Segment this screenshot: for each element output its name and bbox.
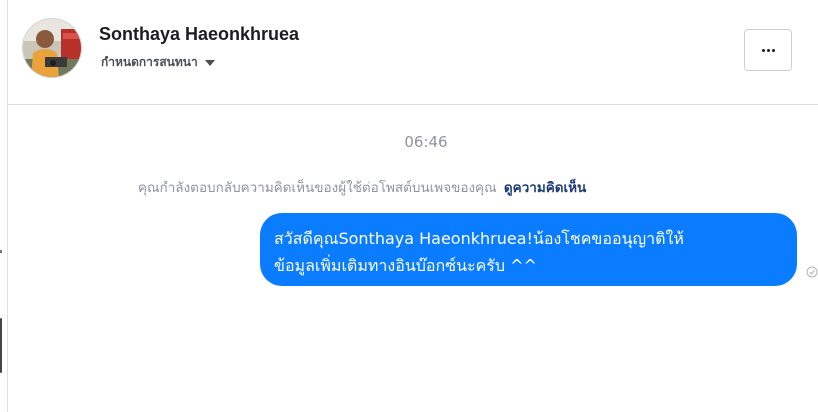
outgoing-message-bubble[interactable]: สวัสดีคุณSonthaya Haeonkhruea!น้องโชคขออ… bbox=[260, 213, 797, 286]
conversation-header: Sonthaya Haeonkhruea กำหนดการสนทนา bbox=[8, 0, 818, 105]
conversation-setting-label: กำหนดการสนทนา bbox=[101, 55, 198, 69]
reply-context-notice: คุณกำลังตอบกลับความคิดเห็นของผู้ใช้ต่อโพ… bbox=[138, 176, 586, 198]
seen-check-icon bbox=[806, 266, 818, 278]
contact-name[interactable]: Sonthaya Haeonkhruea bbox=[99, 24, 299, 45]
caret-down-icon bbox=[204, 60, 215, 66]
left-scrollbar[interactable] bbox=[0, 318, 2, 373]
left-edge-marker bbox=[0, 250, 2, 253]
conversation-setting-dropdown[interactable]: กำหนดการสนทนา bbox=[101, 53, 215, 72]
more-options-button[interactable] bbox=[744, 29, 792, 71]
message-timestamp: 06:46 bbox=[404, 133, 448, 151]
more-dots-icon bbox=[761, 48, 775, 52]
left-panel-edge bbox=[0, 0, 8, 412]
message-line-1: สวัสดีคุณSonthaya Haeonkhruea!น้องโชคขออ… bbox=[274, 229, 684, 248]
reply-context-text: คุณกำลังตอบกลับความคิดเห็นของผู้ใช้ต่อโพ… bbox=[138, 180, 497, 196]
message-line-2: ข้อมูลเพิ่มเติมทางอินบ๊อกซ์นะครับ ^^ bbox=[274, 256, 537, 275]
avatar[interactable] bbox=[22, 18, 82, 78]
view-comment-link[interactable]: ดูความคิดเห็น bbox=[504, 180, 586, 196]
